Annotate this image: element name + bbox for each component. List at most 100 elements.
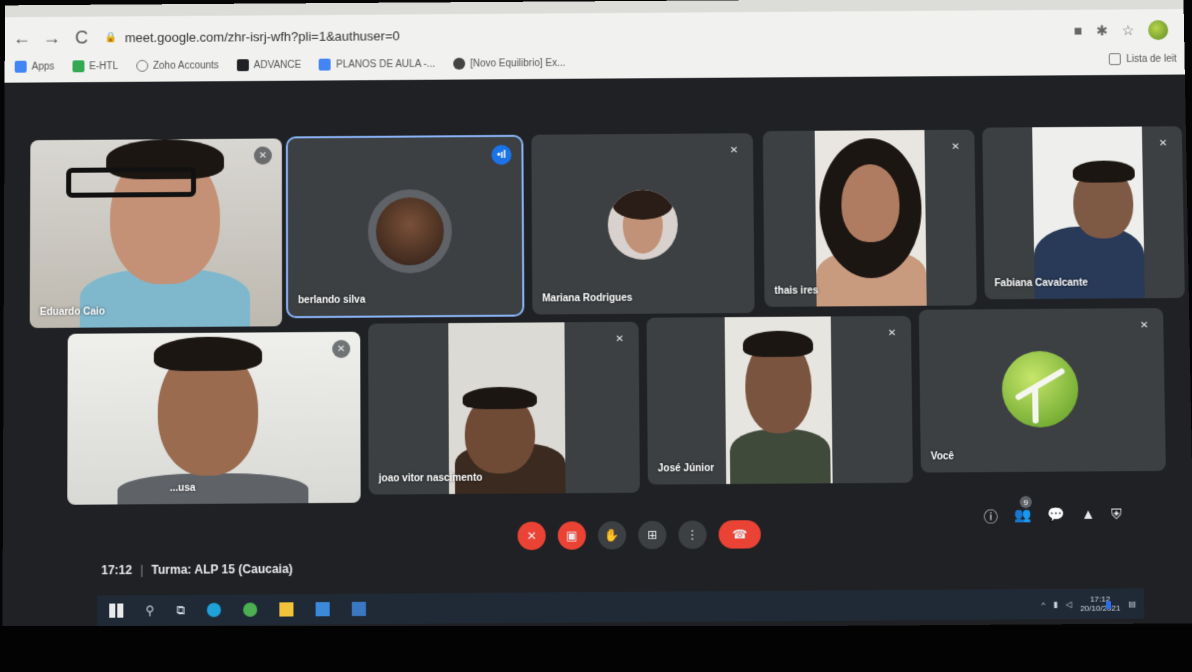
leave-call-button[interactable]: ☎ [718, 520, 761, 549]
video-feed [724, 316, 833, 485]
monitor-screen: ← → C 🔒 meet.google.com/zhr-isrj-wfh?pli… [2, 0, 1192, 632]
info-icon[interactable]: ⓘ [984, 506, 998, 526]
participant-tile[interactable]: ✕ joao vitor nascimento [368, 321, 640, 495]
bookmark-advance[interactable]: ADVANCE [236, 59, 301, 72]
camera-toggle-button[interactable]: ▣ [557, 521, 587, 550]
participant-tile[interactable]: ✕ ...usa [67, 331, 361, 505]
reading-list[interactable]: Lista de leit [1109, 53, 1185, 66]
notifications-icon[interactable]: ▤ [1128, 599, 1136, 608]
mic-off-icon: ✕ [724, 141, 744, 160]
reading-list-icon [1109, 53, 1122, 66]
participant-name: thais ires [774, 285, 819, 297]
participant-tile[interactable]: ✕ Fabiana Cavalcante [982, 126, 1185, 300]
mic-off-icon: ✕ [1153, 134, 1173, 153]
side-controls: ⓘ 👥 9 💬 ▲ ⛨ [984, 496, 1122, 526]
camera-indicator-icon[interactable]: ■ [1074, 23, 1083, 39]
avatar [367, 189, 453, 274]
present-icon: ⊞ [647, 527, 658, 543]
participant-tile-active[interactable]: •ıl berlando silva [285, 134, 525, 319]
bookmark-planos[interactable]: PLANOS DE AULA -... [319, 58, 435, 71]
globe-icon [453, 57, 466, 70]
participant-tile[interactable]: ✕ Eduardo Caio [29, 138, 283, 329]
raise-hand-button[interactable]: ✋ [597, 521, 627, 550]
chrome-icon[interactable] [243, 602, 258, 617]
mic-off-icon: ✕ [610, 329, 629, 349]
mic-off-icon: ✕ [332, 339, 351, 359]
windows-start-icon[interactable] [109, 603, 124, 618]
participant-tile[interactable]: ✕ Mariana Rodrigues [531, 133, 755, 315]
participant-name: Fabiana Cavalcante [994, 277, 1089, 290]
participant-name: joao vitor nascimento [378, 472, 483, 485]
meeting-details: 17:12 | Turma: ALP 15 (Caucaia) [101, 562, 292, 578]
participant-name: Você [930, 451, 955, 463]
reload-icon[interactable]: C [69, 25, 95, 51]
address-bar[interactable]: 🔒 meet.google.com/zhr-isrj-wfh?pli=1&aut… [104, 19, 1020, 49]
url-text: meet.google.com/zhr-isrj-wfh?pli=1&authu… [124, 27, 400, 45]
video-feed [1032, 126, 1145, 299]
word-icon[interactable] [352, 601, 367, 617]
speaking-indicator-icon: •ıl [491, 144, 512, 165]
participant-name: berlando silva [298, 294, 366, 307]
task-view-icon[interactable]: ⧉ [176, 603, 185, 618]
self-avatar [1001, 350, 1079, 428]
browser-chrome: ← → C 🔒 meet.google.com/zhr-isrj-wfh?pli… [4, 0, 1185, 83]
video-feed [67, 331, 361, 505]
file-explorer-icon[interactable] [279, 602, 294, 617]
meeting-title: Turma: ALP 15 (Caucaia) [151, 561, 293, 577]
people-icon[interactable]: 👥 9 [1014, 496, 1032, 526]
power-led [1106, 601, 1111, 609]
tab-strip [4, 0, 1184, 18]
back-icon[interactable]: ← [9, 25, 35, 51]
docs-icon [319, 58, 332, 71]
participant-name: José Júnior [657, 462, 715, 475]
camera-off-icon: ▣ [566, 528, 578, 543]
participant-tile[interactable]: ✕ thais ires [762, 129, 977, 307]
mic-off-icon: ✕ [946, 137, 965, 156]
people-count-badge: 9 [1019, 496, 1032, 509]
edge-icon[interactable] [207, 602, 222, 618]
call-controls: ✕ ▣ ✋ ⊞ ⋮ ☎ [517, 520, 761, 551]
more-options-button[interactable]: ⋮ [678, 520, 707, 549]
video-feed [29, 138, 283, 329]
video-feed [448, 322, 566, 495]
bookmark-apps[interactable]: Apps [14, 60, 55, 73]
video-feed [814, 130, 927, 307]
volume-icon[interactable]: ◁ [1066, 599, 1072, 608]
chevron-up-icon[interactable]: ^ [1041, 600, 1045, 609]
store-icon[interactable] [315, 602, 331, 617]
bookmark-novo-equilibrio[interactable]: [Novo Equilibrio] Ex... [453, 57, 565, 70]
star-icon[interactable]: ☆ [1122, 22, 1135, 39]
lock-icon: 🔒 [104, 31, 117, 43]
activities-icon[interactable]: ▲ [1081, 506, 1095, 526]
mic-off-icon: ✕ [882, 323, 902, 343]
present-button[interactable]: ⊞ [638, 520, 667, 550]
participant-tile-self[interactable]: ✕ Você [918, 308, 1166, 473]
mic-toggle-button[interactable]: ✕ [517, 521, 546, 551]
chat-icon[interactable]: 💬 [1047, 506, 1065, 526]
bookmark-zoho[interactable]: Zoho Accounts [135, 59, 219, 72]
monitor-bezel [0, 626, 1192, 672]
extension-icon[interactable]: ✱ [1096, 22, 1108, 39]
mic-off-icon: ✕ [1135, 316, 1154, 335]
profile-avatar[interactable] [1148, 20, 1169, 41]
mic-off-icon: ✕ [526, 528, 537, 543]
avatar [607, 189, 679, 260]
participant-tile[interactable]: ✕ José Júnior [646, 315, 913, 485]
participant-name: Mariana Rodrigues [542, 292, 633, 305]
forward-icon[interactable]: → [39, 25, 65, 51]
clock[interactable]: 17:12 20/10/2021 [1080, 594, 1120, 613]
more-vert-icon: ⋮ [686, 527, 699, 542]
search-icon[interactable]: ⚲ [145, 603, 154, 617]
host-controls-icon[interactable]: ⛨ [1111, 505, 1122, 525]
zoho-icon [135, 59, 148, 72]
ehtl-icon [72, 60, 85, 73]
network-icon[interactable]: ▮ [1053, 599, 1058, 608]
separator: | [140, 562, 144, 578]
mic-off-icon: ✕ [253, 146, 272, 165]
hang-up-icon: ☎ [732, 527, 748, 542]
hand-icon: ✋ [604, 528, 620, 543]
glasses [66, 166, 197, 198]
meet-stage: ✕ Eduardo Caio •ıl berlando silva ✕ Mari… [2, 76, 1192, 632]
system-tray: ^ ▮ ◁ 17:12 20/10/2021 ▤ [1041, 594, 1144, 613]
bookmark-ehtl[interactable]: E-HTL [72, 60, 118, 73]
